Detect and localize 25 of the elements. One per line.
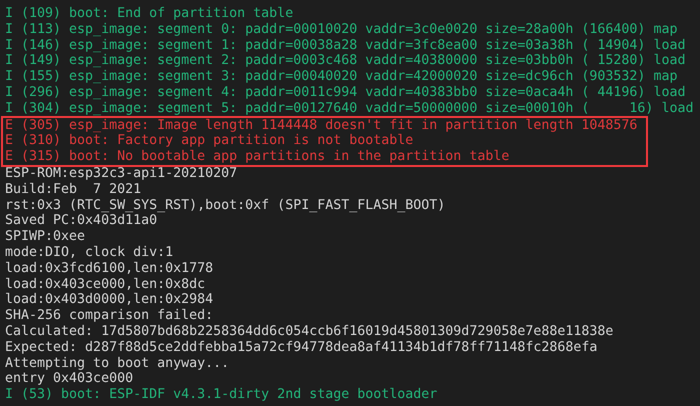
log-line: I (146) esp_image: segment 1: paddr=00038a28 vaddr=3fc8ea00 size=03a38h ( 14904) load [4, 38, 686, 54]
log-line: E (315) boot: No bootable app partitions in the partition table [4, 149, 510, 165]
log-line: rst:0x3 (RTC_SW_SYS_RST),boot:0xf (SPI_FAST_FLASH_BOOT) [4, 198, 446, 214]
log-line: I (155) esp_image: segment 3: paddr=00040020 vaddr=42000020 size=dc96ch (903532) map [4, 69, 678, 85]
log-line: Saved PC:0x403d11a0 [4, 213, 158, 230]
log-line: load:0x403ce000,len:0x8dc [4, 276, 206, 292]
log-line: mode:DIO, clock div:1 [4, 244, 174, 261]
log-line: I (304) esp_image: segment 5: paddr=00127640 vaddr=50000000 size=00010h ( 16) load [4, 100, 694, 117]
log-line: I (296) esp_image: segment 4: paddr=0011c994 vaddr=40383bb0 size=0aca4h ( 44196) load [4, 84, 686, 101]
log-line: I (109) boot: End of partition table [4, 6, 294, 22]
log-line: load:0x403d0000,len:0x2984 [4, 292, 214, 308]
log-line: Calculated: 17d5807bd68b2258364dd6c054ccb6f16019d45801309d729058e7e88e11838e [4, 324, 614, 340]
log-line: E (310) boot: Factory app partition is not bootable [4, 133, 414, 150]
log-line: ESP-ROM:esp32c3-api1-20210207 [4, 166, 238, 182]
log-line: Build:Feb 7 2021 [4, 182, 142, 198]
log-line: SPIWP:0xee [4, 229, 86, 245]
log-line: I (53) boot: ESP-IDF v4.3.1-dirty 2nd stage bootloader [4, 387, 438, 403]
log-line: I (149) esp_image: segment 2: paddr=0003c468 vaddr=40380000 size=03bb0h ( 15280) load [4, 53, 686, 70]
log-line: SHA-256 comparison failed: [4, 308, 214, 324]
log-line: Attempting to boot anyway... [4, 356, 230, 372]
log-line: load:0x3fcd6100,len:0x1778 [4, 260, 214, 277]
log-line: I (113) esp_image: segment 0: paddr=00010020 vaddr=3c0e0020 size=28a00h (166400) map [4, 22, 678, 38]
log-line: E (305) esp_image: Image length 1144448 doesn't fit in partition length 1048576 [4, 118, 638, 134]
log-line: Expected: d287f88d5ce2ddfebba15a72cf94778dea8af41134b1df78ff71148fc2868efa [4, 340, 598, 356]
log-line: entry 0x403ce000 [4, 371, 134, 388]
